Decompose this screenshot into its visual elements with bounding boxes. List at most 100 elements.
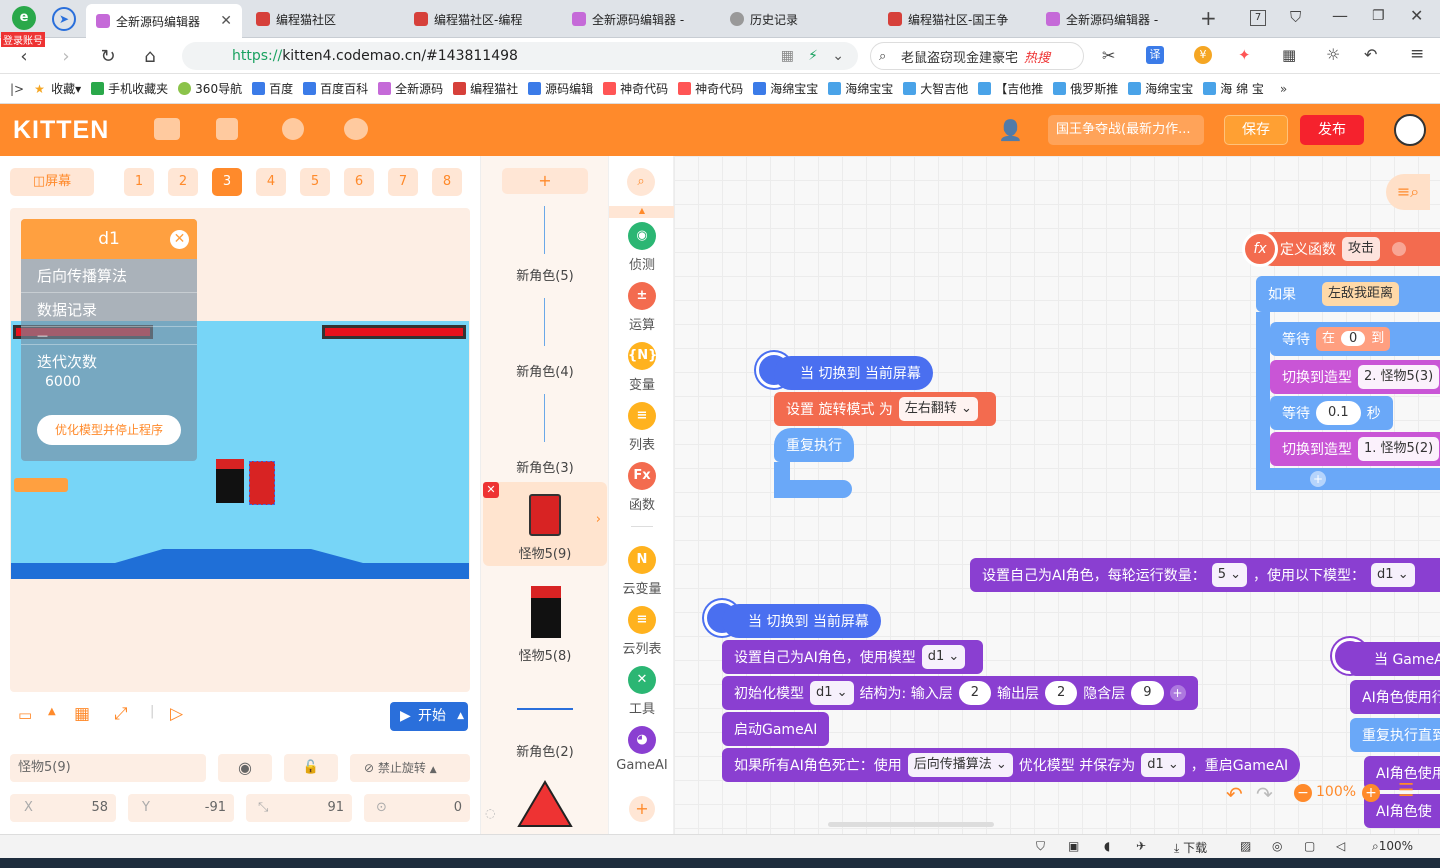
- sprite-item[interactable]: 新角色(5): [483, 198, 607, 288]
- tab-screen-1[interactable]: 1: [124, 168, 154, 196]
- folder-icon[interactable]: [154, 118, 180, 140]
- undo-icon[interactable]: ↶: [1364, 45, 1377, 64]
- browser-tab[interactable]: 编程猫社区: [246, 4, 398, 34]
- shirt-icon[interactable]: ⛉: [1290, 8, 1301, 26]
- sprite-item[interactable]: [483, 772, 607, 832]
- category-item[interactable]: ◕ GameAI: [609, 726, 675, 773]
- category-item[interactable]: ◉ 侦测: [609, 222, 675, 273]
- remove-param-icon[interactable]: [1392, 242, 1407, 256]
- bookmark[interactable]: ★ 收藏 ▾: [34, 80, 81, 97]
- project-name-input[interactable]: 国王争夺战(最新力作...: [1048, 115, 1204, 145]
- count-dropdown[interactable]: 5 ⌄: [1211, 563, 1248, 587]
- category-item[interactable]: ≡ 列表: [609, 402, 675, 453]
- costume-dropdown[interactable]: 2. 怪物5(3): [1358, 365, 1440, 389]
- delete-icon[interactable]: ✕: [483, 482, 499, 498]
- page-zoom[interactable]: ⌕100%: [1372, 839, 1413, 854]
- size-field[interactable]: ⤡ 91: [246, 794, 352, 822]
- settings-icon[interactable]: [344, 118, 368, 140]
- stage[interactable]: d1 ✕ 后向传播算法 数据记录 — 迭代次数 6000 优化模型并停止程序: [10, 208, 470, 692]
- monster-sprite[interactable]: [216, 459, 244, 503]
- bookmark[interactable]: 大智吉他: [903, 80, 968, 97]
- bookmark[interactable]: 海绵宝宝: [828, 80, 893, 97]
- if-block-end[interactable]: +: [1256, 468, 1440, 490]
- avatar[interactable]: [1394, 114, 1426, 146]
- costume-dropdown[interactable]: 1. 怪物5(2): [1358, 437, 1440, 461]
- scissors-icon[interactable]: ✂: [1102, 46, 1115, 65]
- function-define-block[interactable]: fx 定义函数 攻击: [1242, 231, 1440, 267]
- bookmark[interactable]: 源码编辑: [528, 80, 593, 97]
- bookmark[interactable]: 海绵宝宝: [1128, 80, 1193, 97]
- address-bar[interactable]: https://kitten4.codemao.cn/#143811498 ▦ …: [182, 42, 858, 70]
- shield-icon[interactable]: ⛉: [1036, 839, 1045, 854]
- tab-count-icon[interactable]: 7: [1250, 10, 1266, 26]
- bookmark[interactable]: 神奇代码: [678, 80, 743, 97]
- tab-screen-2[interactable]: 2: [168, 168, 198, 196]
- backpack-icon[interactable]: [216, 118, 238, 140]
- chevron-right-icon[interactable]: ›: [596, 512, 601, 527]
- init-model-block[interactable]: 初始化模型 d1 ⌄ 结构为: 输入层 2 输出层 2 隐含层 9 +: [722, 676, 1198, 710]
- browser-tab[interactable]: 全新源码编辑器 -: [562, 4, 718, 34]
- minimize-icon[interactable]: —: [1332, 6, 1348, 25]
- add-param-icon[interactable]: +: [1169, 685, 1186, 701]
- rotation-select[interactable]: ⊘ 禁止旋转 ▲: [350, 754, 470, 782]
- save-button[interactable]: 保存: [1224, 115, 1288, 145]
- zoom-out-icon[interactable]: −: [1294, 784, 1312, 802]
- bookmark[interactable]: 百度百科: [303, 80, 368, 97]
- align-icon[interactable]: ☰: [1398, 780, 1414, 801]
- set-rotation-block[interactable]: 设置 旋转模式 为左右翻转 ⌄: [774, 392, 996, 426]
- workspace-search-button[interactable]: ≡⌕: [1386, 174, 1430, 210]
- browser-tab[interactable]: 全新源码编辑器 -: [1036, 4, 1192, 34]
- translate-icon[interactable]: 译: [1146, 46, 1164, 64]
- category-item[interactable]: ✕ 工具: [609, 666, 675, 717]
- sprite-item[interactable]: 怪物5(8): [483, 578, 607, 668]
- game-icon[interactable]: ✦: [1238, 46, 1251, 64]
- bookmark[interactable]: 海绵宝宝: [753, 80, 818, 97]
- tab-screen-5[interactable]: 5: [300, 168, 330, 196]
- visibility-toggle[interactable]: ◉: [218, 754, 272, 782]
- window-icon[interactable]: ▢: [1304, 839, 1315, 853]
- gameai-event-block[interactable]: 当 GameAI: [1350, 642, 1440, 676]
- search-blocks-button[interactable]: ⌕: [627, 168, 655, 196]
- random-reporter[interactable]: 在0到: [1316, 327, 1391, 351]
- model-dropdown[interactable]: d1 ⌄: [810, 681, 854, 705]
- optimize-stop-button[interactable]: 优化模型并停止程序: [37, 415, 181, 445]
- download-link[interactable]: ⤓ 下载: [1174, 839, 1207, 856]
- brightness-icon[interactable]: ☼: [1326, 45, 1340, 64]
- eyedrop-icon[interactable]: ◎: [1272, 839, 1282, 853]
- sprite-item[interactable]: 新角色(3): [483, 390, 607, 480]
- window-close-icon[interactable]: ✕: [1410, 6, 1423, 25]
- add-branch-icon[interactable]: +: [1310, 471, 1326, 487]
- event-block[interactable]: 当 切换到 当前屏幕: [774, 356, 933, 390]
- close-icon[interactable]: ✕: [170, 230, 189, 249]
- repeat-block[interactable]: 重复执行: [774, 428, 854, 462]
- add-sprite-button[interactable]: +: [502, 168, 588, 194]
- bookmark[interactable]: 编程猫社: [453, 80, 518, 97]
- category-item[interactable]: ± 运算: [609, 282, 675, 333]
- set-ai-role-block[interactable]: 设置自己为AI角色，每轮运行数量： 5 ⌄ ，使用以下模型： d1 ⌄: [970, 558, 1440, 592]
- x-field[interactable]: X 58: [10, 794, 116, 822]
- category-item[interactable]: N 云变量: [609, 546, 675, 597]
- send-icon[interactable]: ➤: [52, 7, 76, 31]
- output-layer-field[interactable]: 2: [1045, 681, 1078, 705]
- enemy-distance-reporter[interactable]: 左敌我距离: [1322, 282, 1400, 306]
- dialog-item[interactable]: 后向传播算法: [21, 259, 197, 293]
- algorithm-dropdown[interactable]: 后向传播算法 ⌄: [907, 753, 1013, 777]
- restore-icon[interactable]: ❐: [1372, 8, 1385, 24]
- screenshot-icon[interactable]: ▨: [1240, 839, 1251, 853]
- tab-screen-4[interactable]: 4: [256, 168, 286, 196]
- apps-icon[interactable]: ▦: [1282, 46, 1296, 64]
- horizontal-scrollbar[interactable]: [828, 822, 994, 827]
- login-badge[interactable]: 登录账号: [1, 32, 45, 47]
- new-tab-button[interactable]: +: [1200, 6, 1217, 30]
- model-dropdown[interactable]: d1 ⌄: [1371, 563, 1415, 587]
- sprite-item[interactable]: 新角色(4): [483, 294, 607, 384]
- browser-tab[interactable]: 编程猫社区-国王争: [878, 4, 1034, 34]
- repeat-until-block[interactable]: 重复执行直到: [1350, 718, 1440, 752]
- home-icon[interactable]: ⌂: [138, 44, 162, 68]
- dialog-item[interactable]: 数据记录: [21, 293, 197, 327]
- tab-screen-8[interactable]: 8: [432, 168, 462, 196]
- on-all-dead-block[interactable]: 如果所有AI角色死亡：使用 后向传播算法 ⌄ 优化模型 并保存为 d1 ⌄ ，重启Gam…: [722, 748, 1301, 782]
- wait-seconds-field[interactable]: 0.1: [1316, 401, 1361, 425]
- help-icon[interactable]: [282, 118, 304, 140]
- scroll-up-icon[interactable]: ▲: [609, 206, 675, 218]
